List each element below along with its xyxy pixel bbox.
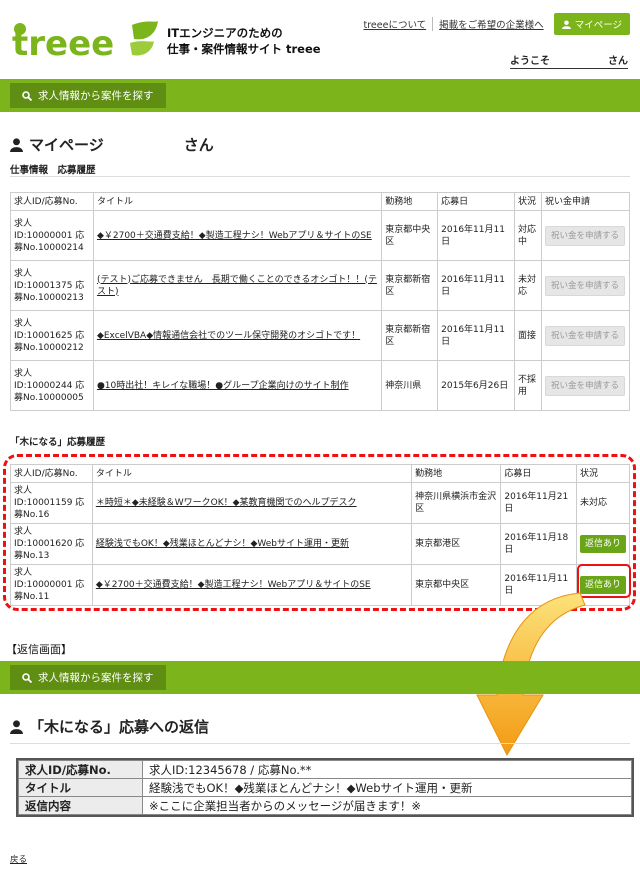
title-cell: (テスト)ご応募できません 長期で働くことのできるオシゴト！！(テスト) (92, 260, 383, 311)
nav-bar: 求人情報から案件を探す (0, 79, 640, 112)
job-id-cell: 求人ID:10000001 応募No.10000214 (10, 210, 94, 261)
title-cell: ◆ExcelVBA◆情報通信会社でのツール保守開発のオシゴトです！ (92, 310, 383, 361)
date-cell: 2016年11月11日 (437, 310, 516, 361)
search-jobs-button[interactable]: 求人情報から案件を探す (10, 83, 166, 108)
tagline-line1: ITエンジニアのための (167, 26, 283, 40)
job-title-link[interactable]: ◆ExcelVBA◆情報通信会社でのツール保守開発のオシゴトです！ (97, 331, 360, 341)
welcome-prefix: ようこそ (510, 56, 550, 67)
divider (10, 743, 630, 744)
search-jobs-button[interactable]: 求人情報から案件を探す (10, 665, 166, 690)
detail-value: 経験浅でもOK！◆残業ほとんどナシ！◆Webサイト運用・更新 (142, 778, 632, 797)
detail-value: ※ここに企業担当者からのメッセージが届きます！※ (142, 796, 632, 815)
location-cell: 東京都中央区 (381, 210, 439, 261)
col-header: 勤務地 (381, 192, 439, 211)
date-cell: 2016年11月11日 (437, 260, 516, 311)
job-id-cell: 求人ID:10001625 応募No.10000212 (10, 310, 94, 361)
reply-screen-label: 【返信画面】 (6, 643, 72, 656)
date-cell: 2016年11月11日 (437, 210, 516, 261)
person-icon (10, 137, 23, 152)
col-header: タイトル (92, 192, 383, 211)
back-link[interactable]: 戻る (10, 853, 27, 865)
svg-text:treee: treee (12, 24, 114, 63)
nav-bar: 求人情報から案件を探す (0, 661, 640, 694)
action-cell: 祝い金を申請する (540, 260, 631, 311)
table-row: 求人ID:10001625 応募No.10000212 ◆ExcelVBA◆情報… (10, 310, 631, 361)
table-row: 求人ID:10001375 応募No.10000213 (テスト)ご応募できませ… (10, 260, 631, 311)
col-header: 応募日 (437, 192, 516, 211)
applications-table: 求人ID/応募No. タイトル 勤務地 応募日 状況 祝い金申請 求人ID:10… (10, 192, 631, 411)
page-title-text: マイページ (29, 136, 104, 154)
job-id-cell: 求人ID:10000244 応募No.10000005 (10, 360, 94, 411)
detail-key: 返信内容 (18, 796, 143, 815)
top-links: treeeについて 掲載をご希望の企業様へ マイページ (358, 13, 630, 35)
action-cell: 祝い金を申請する (540, 360, 631, 411)
status-cell: 面接 (514, 310, 542, 361)
person-icon (10, 719, 23, 734)
search-icon (22, 672, 32, 683)
date-cell: 2015年6月26日 (437, 360, 516, 411)
divider (10, 176, 630, 177)
tagline-line2: 仕事・案件情報サイト treee (167, 42, 321, 56)
reply-detail-box: 求人ID/応募No. 求人ID:12345678 / 応募No.** タイトル … (16, 758, 634, 817)
about-link[interactable]: treeeについて (358, 17, 433, 31)
detail-key: 求人ID/応募No. (18, 760, 143, 779)
job-id-cell: 求人ID:10001375 応募No.10000213 (10, 260, 94, 311)
search-icon (22, 90, 32, 101)
location-cell: 東京都新宿区 (381, 310, 439, 361)
reply-title: 「木になる」応募への返信 (10, 716, 209, 737)
table-header-row: 求人ID/応募No. タイトル 勤務地 応募日 状況 祝い金申請 (10, 192, 631, 211)
person-icon (561, 19, 571, 29)
apply-bonus-button[interactable]: 祝い金を申請する (544, 375, 625, 396)
mypage-button[interactable]: マイページ (553, 13, 630, 35)
action-cell: 祝い金を申請する (540, 310, 631, 361)
detail-key: タイトル (18, 778, 143, 797)
mypage-button-label: マイページ (574, 20, 622, 31)
status-cell: 対応中 (514, 210, 542, 261)
col-header: 求人ID/応募No. (10, 192, 94, 211)
apply-bonus-button[interactable]: 祝い金を申請する (544, 325, 625, 346)
job-title-link[interactable]: ◆￥2700＋交通費支給！◆製造工程ナシ！Webアプリ＆サイトのSE (97, 231, 372, 241)
action-cell: 祝い金を申請する (540, 210, 631, 261)
for-companies-link[interactable]: 掲載をご希望の企業様へ (432, 17, 550, 31)
location-cell: 東京都新宿区 (381, 260, 439, 311)
job-title-link[interactable]: ●10時出社！キレイな職場！●グループ企業向けのサイト制作 (97, 381, 349, 391)
reply-detail-table: 求人ID/応募No. 求人ID:12345678 / 応募No.** タイトル … (18, 760, 632, 815)
search-jobs-label: 求人情報から案件を探す (38, 672, 154, 684)
detail-value: 求人ID:12345678 / 応募No.** (142, 760, 632, 779)
table-row: 求人ID:10000244 応募No.10000005 ●10時出社！キレイな職… (10, 360, 631, 411)
title-cell: ◆￥2700＋交通費支給！◆製造工程ナシ！Webアプリ＆サイトのSE (92, 210, 383, 261)
col-header: 状況 (514, 192, 542, 211)
site-tagline: ITエンジニアのための 仕事・案件情報サイト treee (167, 25, 321, 57)
section-title-kininaru: 「木になる」応募履歴 (10, 437, 106, 448)
status-cell: 不採用 (514, 360, 542, 411)
status-cell: 未対応 (514, 260, 542, 311)
section-title-applications: 仕事情報 応募履歴 (10, 165, 96, 176)
detail-row: タイトル 経験浅でもOK！◆残業ほとんどナシ！◆Webサイト運用・更新 (18, 778, 632, 797)
reply-title-text: 「木になる」応募への返信 (29, 718, 210, 736)
welcome-text: ようこそ さん (510, 52, 628, 69)
title-cell: ●10時出社！キレイな職場！●グループ企業向けのサイト制作 (92, 360, 383, 411)
page-title-suffix: さん (183, 136, 214, 154)
table-row: 求人ID:10000001 応募No.10000214 ◆￥2700＋交通費支給… (10, 210, 631, 261)
job-title-link[interactable]: (テスト)ご応募できません 長期で働くことのできるオシゴト！！(テスト) (97, 275, 377, 297)
search-jobs-label: 求人情報から案件を探す (38, 90, 154, 102)
site-header: treee ITエンジニアのための 仕事・案件情報サイト treee treee… (0, 0, 640, 76)
col-header: 祝い金申請 (540, 192, 631, 211)
welcome-suffix: さん (608, 56, 628, 67)
detail-row: 求人ID/応募No. 求人ID:12345678 / 応募No.** (18, 760, 632, 779)
detail-row: 返信内容 ※ここに企業担当者からのメッセージが届きます！※ (18, 796, 632, 815)
apply-bonus-button[interactable]: 祝い金を申請する (544, 225, 625, 246)
apply-bonus-button[interactable]: 祝い金を申請する (544, 275, 625, 296)
location-cell: 神奈川県 (381, 360, 439, 411)
treee-logo[interactable]: treee (10, 17, 160, 63)
page-title: マイページ さん (10, 134, 214, 155)
